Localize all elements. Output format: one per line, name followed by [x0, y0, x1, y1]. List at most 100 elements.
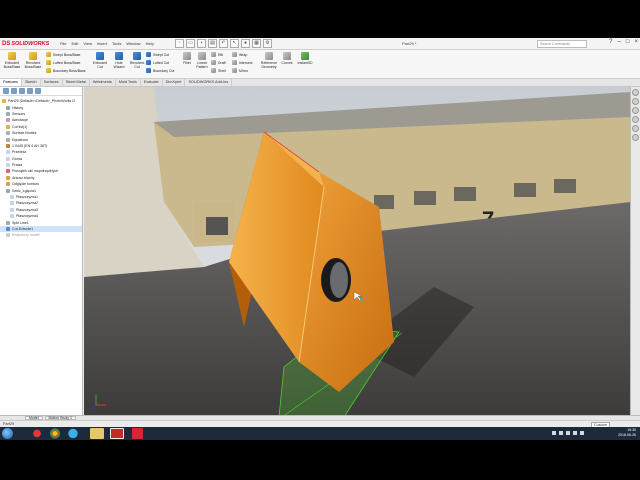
reference-geometry-button[interactable]: Reference Geometry	[258, 52, 280, 69]
dimxpert-manager-icon[interactable]	[27, 88, 33, 94]
hole-wizard-button[interactable]: Hole Wizard	[110, 52, 128, 69]
boundary-cut-button[interactable]: Boundary Cut	[146, 68, 174, 73]
menu-file[interactable]: File	[60, 41, 66, 46]
flag-icon[interactable]	[573, 431, 577, 435]
configuration-manager-icon[interactable]	[19, 88, 25, 94]
menu-view[interactable]: View	[83, 41, 92, 46]
plane-icon	[10, 195, 14, 200]
lofted-cut-icon	[146, 60, 151, 65]
hangar-window	[514, 183, 536, 197]
menu-window[interactable]: Window	[126, 41, 140, 46]
tree-item-flat-pattern[interactable]: Rozłożony model	[0, 232, 82, 238]
open-icon[interactable]: ▭	[186, 39, 195, 48]
swept-cut-button[interactable]: Swept Cut	[146, 52, 169, 57]
clock[interactable]: 15:30 2018-06-26	[618, 428, 636, 437]
plane-icon	[6, 156, 10, 161]
fillet-button[interactable]: Fillet	[180, 52, 194, 65]
network-icon[interactable]	[559, 431, 563, 435]
draft-icon	[211, 60, 216, 65]
tab-evaluate[interactable]: Evaluate	[141, 79, 163, 86]
ds-logo-text: DS	[2, 41, 11, 47]
cursor-badge-icon	[360, 297, 363, 300]
cut-extrude-icon	[6, 227, 10, 231]
save-icon[interactable]: ▪	[197, 39, 206, 48]
undo-icon[interactable]: ↶	[219, 39, 228, 48]
rib-button[interactable]: Rib	[211, 52, 223, 57]
lofted-boss-icon	[46, 60, 51, 65]
sketch-icon	[6, 188, 10, 193]
revolved-cut-button[interactable]: Revolved Cut	[128, 52, 146, 69]
tab-sketch[interactable]: Sketch	[22, 79, 41, 86]
file-properties-icon[interactable]: ▦	[252, 39, 261, 48]
draft-button[interactable]: Draft	[211, 60, 226, 65]
hangar-window	[206, 217, 228, 235]
print-icon[interactable]: ▤	[208, 39, 217, 48]
design-library-icon[interactable]	[632, 98, 639, 105]
plane-icon	[10, 214, 14, 219]
help-icon[interactable]: ?	[609, 39, 612, 45]
graphics-area[interactable]: 7	[84, 87, 630, 415]
menu-edit[interactable]: Edit	[71, 41, 78, 46]
property-manager-icon[interactable]	[11, 88, 17, 94]
feature-manager-tabs	[0, 87, 82, 96]
extruded-cut-button[interactable]: Extruded Cut	[90, 52, 110, 69]
swept-boss-button[interactable]: Swept Boss/Base	[46, 52, 80, 57]
revolved-boss-button[interactable]: Revolved Boss/Base	[23, 52, 43, 69]
language-icon[interactable]	[580, 431, 584, 435]
instant3d-button[interactable]: Instant3D	[295, 52, 315, 65]
tab-surfaces[interactable]: Surfaces	[41, 79, 63, 86]
tab-features[interactable]: Features	[0, 79, 22, 86]
command-manager-tabs: Features Sketch Surfaces Sheet Metal Wel…	[0, 79, 640, 87]
status-part-name: Part29	[3, 422, 15, 426]
menu-help[interactable]: Help	[146, 41, 154, 46]
solidworks-resources-icon[interactable]	[632, 89, 639, 96]
tray-arrow-icon[interactable]	[552, 431, 556, 435]
display-manager-icon[interactable]	[35, 88, 41, 94]
menu-insert[interactable]: Insert	[97, 41, 107, 46]
file-explorer-icon[interactable]	[632, 107, 639, 114]
hangar-window	[454, 187, 476, 201]
maximize-button[interactable]: □	[626, 39, 630, 45]
feature-manager-panel: Part29 (Default<<Default>_PhotoWorks D H…	[0, 87, 83, 415]
volume-icon[interactable]	[566, 431, 570, 435]
tab-sheet-metal[interactable]: Sheet Metal	[63, 79, 90, 86]
curves-button[interactable]: Curves	[280, 52, 294, 65]
close-button[interactable]: ×	[634, 39, 638, 45]
chrome-icon[interactable]	[48, 428, 62, 439]
options-icon[interactable]: ⚙	[263, 39, 272, 48]
lofted-boss-button[interactable]: Lofted Boss/Base	[46, 60, 80, 65]
opera-icon[interactable]	[30, 428, 44, 439]
annotations-icon	[6, 118, 10, 123]
wrap-button[interactable]: Wrap	[232, 52, 247, 57]
file-explorer-icon[interactable]	[90, 428, 104, 439]
appearances-icon[interactable]	[632, 125, 639, 132]
view-palette-icon[interactable]	[632, 116, 639, 123]
skype-icon[interactable]	[66, 428, 80, 439]
shell-button[interactable]: Shell	[211, 68, 226, 73]
intersect-button[interactable]: Intersect	[232, 60, 252, 65]
boundary-boss-button[interactable]: Boundary Boss/Base	[46, 68, 86, 73]
minimize-button[interactable]: –	[618, 39, 621, 45]
feature-tree-icon[interactable]	[3, 88, 9, 94]
tab-dimxpert[interactable]: DimXpert	[163, 79, 186, 86]
tab-addins[interactable]: SOLIDWORKS Add-Ins	[185, 79, 233, 86]
reference-geometry-icon	[265, 52, 273, 60]
intersect-icon	[232, 60, 237, 65]
solidworks-taskbar-icon[interactable]	[110, 428, 124, 439]
custom-properties-icon[interactable]	[632, 134, 639, 141]
start-button[interactable]	[2, 428, 13, 439]
select-icon[interactable]: ↖	[230, 39, 239, 48]
recorder-icon[interactable]	[132, 428, 143, 439]
tab-mold-tools[interactable]: Mold Tools	[116, 79, 141, 86]
search-commands-input[interactable]: Search Commands	[537, 40, 587, 48]
tab-weldments[interactable]: Weldments	[90, 79, 116, 86]
linear-pattern-button[interactable]: Linear Pattern	[194, 52, 210, 69]
lofted-cut-button[interactable]: Lofted Cut	[146, 60, 169, 65]
new-document-icon[interactable]: ▫	[175, 39, 184, 48]
menu-tools[interactable]: Tools	[112, 41, 121, 46]
rebuild-icon[interactable]: ●	[241, 39, 250, 48]
solidworks-logo[interactable]: DS SOLIDWORKS	[2, 40, 49, 48]
extruded-boss-button[interactable]: Extruded Boss/Base	[2, 52, 22, 69]
history-icon	[6, 105, 10, 110]
mirror-button[interactable]: Mirror	[232, 68, 248, 73]
